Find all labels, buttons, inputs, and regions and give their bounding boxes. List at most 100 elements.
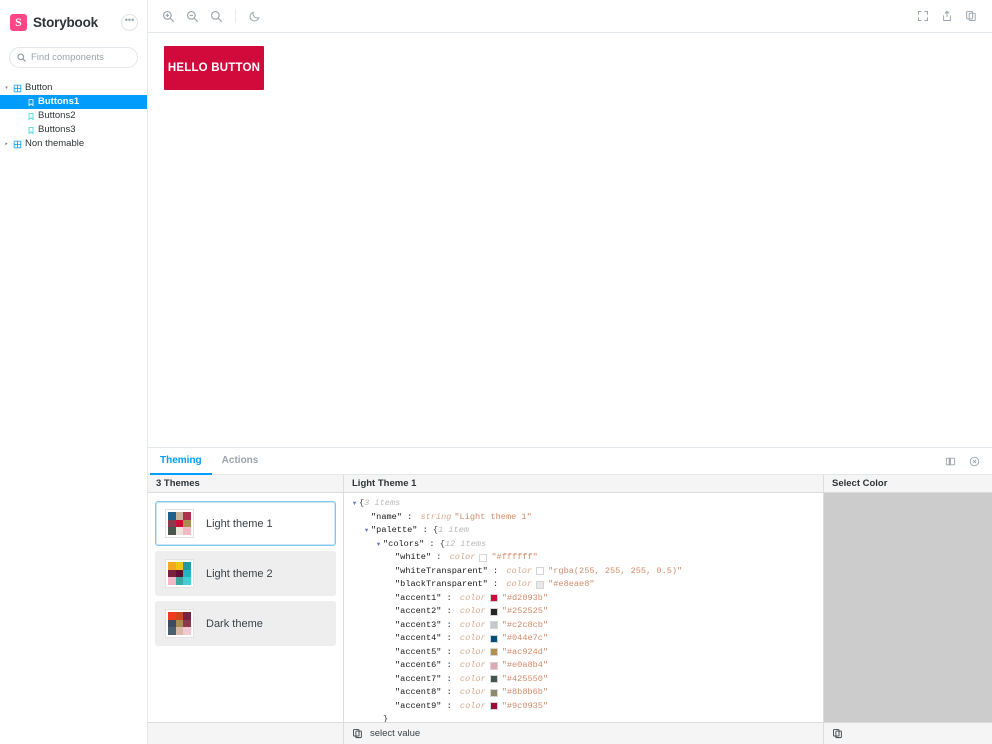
theme-card-light-theme-2[interactable]: Light theme 2: [155, 551, 336, 596]
tree-item-non-themable[interactable]: ▸ Non themable: [0, 137, 147, 151]
tab-theming[interactable]: Theming: [150, 448, 212, 475]
color-swatch-chip[interactable]: [489, 661, 498, 670]
zoom-reset-icon[interactable]: [204, 5, 228, 27]
json-row[interactable]: "white" : color "#ffffff": [344, 551, 823, 565]
json-plain: :: [487, 579, 504, 589]
theme-card-light-theme-1[interactable]: Light theme 1: [155, 501, 336, 546]
json-str: "#d2093b": [501, 592, 549, 603]
json-row[interactable]: }: [344, 713, 823, 722]
json-type: color: [459, 646, 486, 657]
moon-icon[interactable]: [243, 5, 267, 27]
json-str: "#e8eae8": [548, 579, 595, 589]
tree-item-buttons1[interactable]: Buttons1: [0, 95, 147, 109]
swatch-cell: [168, 569, 176, 578]
json-row[interactable]: ▼ "palette" : {1 item: [344, 524, 823, 538]
chevron-down-icon[interactable]: ▼: [362, 524, 371, 538]
json-key: "accent5": [395, 646, 442, 657]
storybook-app: S Storybook ••• / ▾ Button Buttons1 Buttons…: [0, 0, 992, 744]
json-type: color: [459, 592, 486, 603]
color-swatch-chip[interactable]: [489, 594, 498, 603]
color-swatch-chip[interactable]: [536, 567, 545, 576]
color-swatch-chip[interactable]: [479, 553, 488, 562]
json-plain: :: [441, 619, 457, 630]
json-header: Light Theme 1: [344, 475, 823, 493]
color-swatch-chip[interactable]: [489, 621, 498, 630]
search-input[interactable]: [31, 52, 163, 63]
json-plain: :: [441, 700, 457, 711]
theme-swatch-preview: [166, 510, 193, 537]
ellipsis-icon[interactable]: •••: [121, 13, 138, 31]
json-str: "#e0a8b4": [501, 660, 549, 670]
color-swatch-chip[interactable]: [489, 688, 498, 697]
color-swatch-chip[interactable]: [489, 634, 498, 643]
themes-panel: 3 Themes Light theme 1 Light theme 2 Dark …: [148, 475, 344, 744]
tree-item-buttons2[interactable]: Buttons2: [0, 109, 147, 123]
json-type: color: [459, 687, 486, 697]
zoom-in-icon[interactable]: [156, 5, 180, 27]
json-row[interactable]: ▼{3 items: [344, 497, 823, 511]
swatch-cell: [168, 527, 176, 535]
json-panel: Light Theme 1 ▼{3 items "name" : string "L…: [344, 475, 824, 744]
json-tree[interactable]: ▼{3 items "name" : string "Light theme 1" ▼…: [344, 493, 823, 722]
json-row[interactable]: "accent2" : color "#252525": [344, 605, 823, 619]
theme-card-dark-theme[interactable]: Dark theme: [155, 601, 336, 646]
open-in-new-tab-icon[interactable]: [935, 5, 959, 27]
close-panel-icon[interactable]: [964, 451, 984, 471]
json-plain: :: [441, 606, 457, 616]
json-key: "accent4": [395, 633, 442, 643]
json-row[interactable]: "accent1" : color "#d2093b": [344, 592, 823, 606]
zoom-out-icon[interactable]: [180, 5, 204, 27]
component-tree: ▾ Button Buttons1 Buttons2 Buttons3 ▸ Non them…: [0, 80, 147, 744]
tree-item-buttons3[interactable]: Buttons3: [0, 123, 147, 137]
search-box[interactable]: /: [9, 47, 173, 68]
json-key: "white": [395, 552, 432, 562]
storybook-logo-icon: S: [10, 13, 27, 31]
sidebar-brand[interactable]: S Storybook: [10, 13, 98, 31]
json-row[interactable]: "accent5" : color "#ac924d": [344, 646, 823, 660]
json-row[interactable]: "accent8" : color "#8b8b6b": [344, 686, 823, 700]
color-swatch-chip[interactable]: [536, 580, 545, 589]
copy-link-icon[interactable]: [959, 5, 983, 27]
json-key: "blackTransparent": [395, 579, 488, 589]
json-row[interactable]: "whiteTransparent" : color "rgba(255, 255…: [344, 565, 823, 579]
swatch-cell: [168, 627, 176, 635]
copy-icon[interactable]: [832, 728, 843, 739]
color-swatch-chip[interactable]: [489, 648, 498, 657]
color-swatch-chip[interactable]: [489, 702, 498, 711]
addon-panel: Theming Actions 3 Themes Light theme 1 L…: [148, 447, 992, 744]
json-row[interactable]: ▼ "colors" : {12 items: [344, 538, 823, 552]
color-swatch-chip[interactable]: [489, 607, 498, 616]
json-row[interactable]: "accent3" : color "#c2c8cb": [344, 619, 823, 633]
component-icon: [13, 84, 22, 93]
json-plain: :: [441, 646, 457, 657]
hello-button[interactable]: HELLO BUTTON: [164, 46, 264, 90]
json-row[interactable]: "blackTransparent" : color "#e8eae8": [344, 578, 823, 592]
json-type: color: [459, 633, 486, 643]
json-str: "#044e7c": [501, 633, 549, 643]
sidebar: S Storybook ••• / ▾ Button Buttons1 Buttons…: [0, 0, 173, 744]
json-key: "accent9": [395, 700, 442, 711]
tab-actions[interactable]: Actions: [212, 448, 269, 475]
json-str: "Light theme 1": [454, 511, 532, 522]
addon-tab-actions: [940, 448, 992, 474]
swatch-cell: [183, 562, 191, 570]
json-row[interactable]: "name" : string "Light theme 1": [344, 511, 823, 525]
copy-icon[interactable]: [352, 728, 363, 739]
swatch-cell: [175, 577, 184, 585]
json-row[interactable]: "accent7" : color "#425550": [344, 673, 823, 687]
chevron-down-icon[interactable]: ▼: [350, 497, 359, 511]
color-swatch-chip[interactable]: [489, 675, 498, 684]
json-plain: :: [487, 565, 504, 576]
tree-item-button[interactable]: ▾ Button: [0, 81, 147, 95]
chevron-down-icon[interactable]: ▼: [374, 538, 383, 552]
json-row[interactable]: "accent6" : color "#e0a8b4": [344, 659, 823, 673]
chevron-down-icon[interactable]: ▾: [3, 85, 10, 92]
json-row[interactable]: "accent4" : color "#044e7c": [344, 632, 823, 646]
theme-name-label: Dark theme: [206, 617, 263, 630]
fullscreen-icon[interactable]: [911, 5, 935, 27]
chevron-right-icon[interactable]: ▸: [3, 141, 10, 148]
color-picker-area[interactable]: [824, 493, 992, 722]
json-count: 1 item: [438, 525, 470, 535]
panel-position-icon[interactable]: [940, 451, 960, 471]
json-row[interactable]: "accent9" : color "#9c0935": [344, 700, 823, 714]
